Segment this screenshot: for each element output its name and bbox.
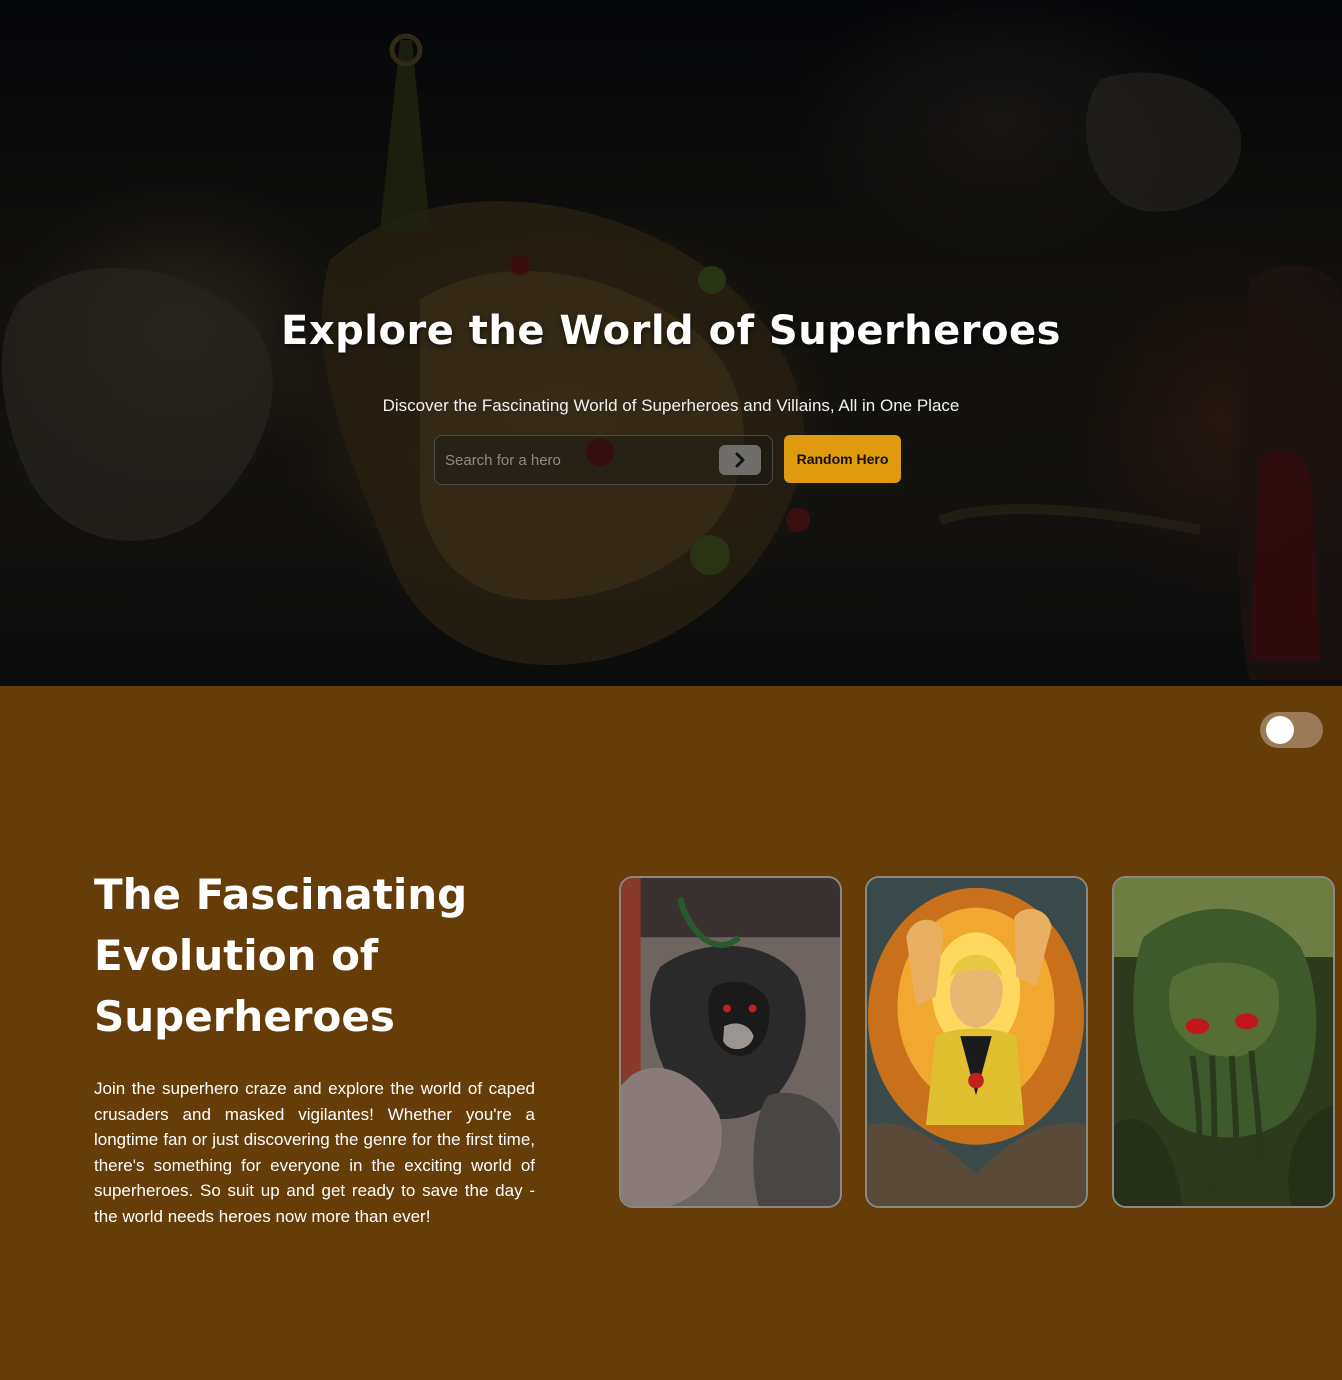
hero-title: Explore the World of Superheroes [281,308,1061,354]
hero-banner: Explore the World of Superheroes Discove… [0,0,1342,686]
hero-subtitle: Discover the Fascinating World of Superh… [382,396,960,415]
random-hero-button[interactable]: Random Hero [784,435,901,483]
search-input[interactable] [435,436,715,484]
toggle-knob [1266,716,1294,744]
swamp-creature-comic-image [1114,878,1333,1206]
hero-card[interactable] [619,876,842,1208]
theme-toggle[interactable] [1260,712,1323,748]
flaming-hero-comic-image [867,878,1086,1206]
masked-villain-comic-image [621,878,840,1206]
evolution-section: The Fascinating Evolution of Superheroes… [0,686,1342,1380]
hero-card[interactable] [865,876,1088,1208]
chevron-right-icon [735,452,745,468]
hero-card[interactable] [1112,876,1335,1208]
search-button[interactable] [719,445,761,475]
section-text: Join the superhero craze and explore the… [94,1079,535,1226]
search-box [434,435,773,485]
section-title: The Fascinating Evolution of Superheroes [94,870,468,1041]
